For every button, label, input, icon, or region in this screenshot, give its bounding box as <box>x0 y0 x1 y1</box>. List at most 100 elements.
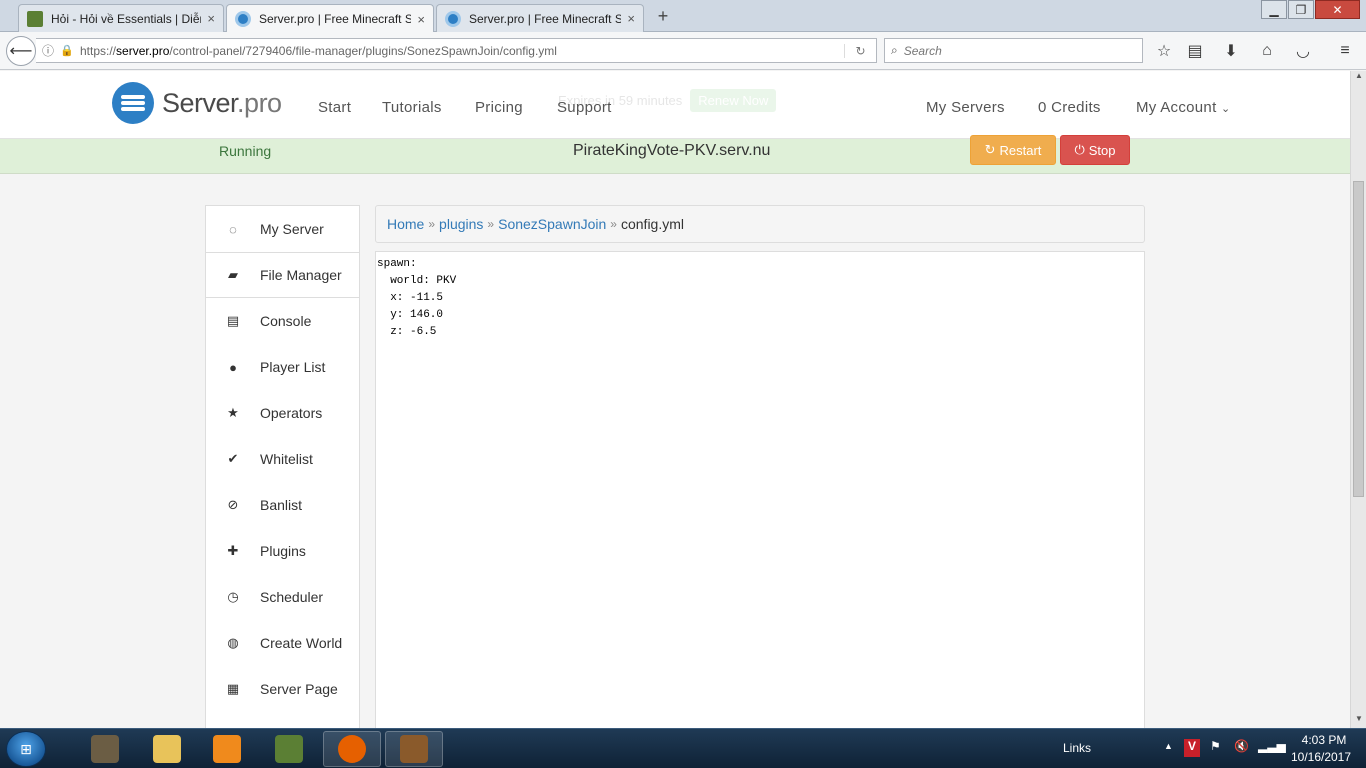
search-input[interactable]: ⌕ Search <box>884 38 1143 63</box>
tab-close-icon[interactable]: × <box>627 11 635 26</box>
browser-tab-forum[interactable]: Hỏi - Hỏi về Essentials | Diễn × <box>18 4 224 32</box>
windows-taskbar: ⊞ Links ▲ V ⚑ 🔇 ▂▃▅ 4:03 PM 10/16/2017 <box>0 728 1366 768</box>
list-icon: ▤ <box>226 313 240 328</box>
scrollbar-thumb[interactable] <box>1353 181 1364 497</box>
sidebar-item-operators[interactable]: ★ Operators <box>206 390 359 436</box>
serverpro-logo[interactable]: Server.pro <box>112 82 282 124</box>
pocket-icon[interactable]: ◡ <box>1292 40 1314 62</box>
volume-muted-icon[interactable]: 🔇 <box>1234 739 1249 753</box>
downloads-icon[interactable]: ⬇ <box>1220 40 1242 62</box>
taskbar-crafting-table[interactable] <box>385 731 443 767</box>
sidebar-item-whitelist[interactable]: ✔ Whitelist <box>206 436 359 482</box>
sidebar-item-label: File Manager <box>260 267 342 283</box>
minecraft-favicon-icon <box>27 10 43 27</box>
search-placeholder: Search <box>903 43 942 58</box>
sidebar-item-label: Scheduler <box>260 589 324 605</box>
scroll-up-arrow-icon[interactable]: ▲ <box>1351 71 1366 85</box>
action-center-flag-icon[interactable]: ⚑ <box>1210 739 1221 753</box>
server-status-bar: Running PirateKingVote-PKV.serv.nu ↻ Res… <box>0 135 1350 174</box>
clock-icon: ◷ <box>227 589 239 604</box>
vivaldi-tray-icon[interactable]: V <box>1184 739 1200 757</box>
breadcrumb-current-file: config.yml <box>620 216 685 232</box>
tab-title: Server.pro | Free Minecraft Se <box>469 11 622 26</box>
nav-credits[interactable]: 0 Credits <box>1038 99 1101 116</box>
sidebar-item-my-server[interactable]: ◌ My Server <box>206 206 359 252</box>
editor-line: z: -6.5 <box>377 326 437 338</box>
crafting-table-icon <box>400 735 428 763</box>
tab-close-icon[interactable]: × <box>207 11 215 26</box>
chevron-down-icon: ⌄ <box>1221 103 1231 115</box>
bookmark-star-icon[interactable]: ☆ <box>1153 40 1175 62</box>
minimize-window-button[interactable]: ▁ <box>1261 0 1287 19</box>
home-icon[interactable]: ⌂ <box>1256 40 1278 62</box>
plus-icon: ✚ <box>227 543 239 558</box>
control-panel-sidebar: ◌ My Server ▰ File Manager ▤ Console ● P… <box>205 205 360 728</box>
scroll-down-arrow-icon[interactable]: ▼ <box>1351 714 1366 728</box>
clock-date[interactable]: 10/16/2017 <box>1286 750 1356 764</box>
config-file-editor[interactable]: spawn: world: PKV x: -11.5 y: 146.0 z: -… <box>375 251 1145 728</box>
restart-button[interactable]: ↻ Restart <box>970 135 1056 165</box>
sidebar-item-file-manager[interactable]: ▰ File Manager <box>206 252 359 298</box>
close-window-button[interactable]: ✕ <box>1315 0 1360 19</box>
tab-close-icon[interactable]: × <box>417 12 425 27</box>
serverpro-favicon-icon <box>235 11 251 27</box>
editor-line: world: PKV <box>377 275 457 287</box>
file-breadcrumb: Home » plugins » SonezSpawnJoin » config… <box>375 205 1145 243</box>
back-arrow-icon[interactable]: ⟵ <box>6 36 36 66</box>
sidebar-item-label: My Server <box>260 221 324 237</box>
tray-expand-icon[interactable]: ▲ <box>1164 741 1173 751</box>
breadcrumb-home[interactable]: Home <box>387 216 424 232</box>
taskbar-gimp[interactable] <box>76 731 134 767</box>
network-signal-icon[interactable]: ▂▃▅ <box>1258 739 1286 753</box>
page-viewport: Server.pro Start Tutorials Pricing Suppo… <box>0 71 1350 728</box>
address-bar[interactable]: ⓘ 🔒 https://server.pro/control-panel/727… <box>36 38 877 63</box>
nav-tutorials[interactable]: Tutorials <box>382 99 442 116</box>
page-scrollbar[interactable]: ▲ ▼ <box>1350 71 1366 728</box>
url-text[interactable]: https://server.pro/control-panel/7279406… <box>80 44 844 58</box>
taskbar-media-player[interactable] <box>198 731 256 767</box>
sidebar-item-banlist[interactable]: ⊘ Banlist <box>206 482 359 528</box>
power-icon: ⏻ <box>1074 142 1085 157</box>
sidebar-item-plugins[interactable]: ✚ Plugins <box>206 528 359 574</box>
server-hostname: PirateKingVote-PKV.serv.nu <box>573 142 771 159</box>
firefox-icon <box>338 735 366 763</box>
nav-my-servers[interactable]: My Servers <box>926 99 1005 116</box>
sidebar-item-label: Operators <box>260 405 323 421</box>
sidebar-item-scheduler[interactable]: ◷ Scheduler <box>206 574 359 620</box>
breadcrumb-plugins[interactable]: plugins <box>439 216 483 232</box>
menu-hamburger-icon[interactable]: ≡ <box>1334 40 1356 62</box>
tab-title: Server.pro | Free Minecraft Se <box>259 12 412 26</box>
taskbar-links-toolbar[interactable]: Links <box>1063 741 1091 755</box>
sidebar-item-player-list[interactable]: ● Player List <box>206 344 359 390</box>
taskbar-explorer[interactable] <box>138 731 196 767</box>
new-tab-button[interactable]: + <box>652 6 674 27</box>
taskbar-minecraft[interactable] <box>260 731 318 767</box>
sidebar-item-label: Console <box>260 313 312 329</box>
editor-line: spawn: <box>377 258 417 270</box>
sidebar-item-console[interactable]: ▤ Console <box>206 298 359 344</box>
maximize-window-button[interactable]: ❐ <box>1288 0 1314 19</box>
sidebar-item-label: Server Page <box>260 681 338 697</box>
taskbar-firefox[interactable] <box>323 731 381 767</box>
tab-title: Hỏi - Hỏi về Essentials | Diễn <box>51 11 202 26</box>
media-player-icon <box>213 735 241 763</box>
nav-pricing[interactable]: Pricing <box>475 99 523 116</box>
lock-icon[interactable]: 🔒 <box>60 44 74 57</box>
windows-start-icon[interactable]: ⊞ <box>6 731 46 767</box>
nav-my-account[interactable]: My Account ⌄ <box>1136 99 1231 116</box>
browser-tab-serverpro-active[interactable]: Server.pro | Free Minecraft Se × <box>226 4 434 33</box>
stop-button[interactable]: ⏻ Stop <box>1060 135 1130 165</box>
browser-tab-serverpro[interactable]: Server.pro | Free Minecraft Se × <box>436 4 644 32</box>
reload-icon[interactable]: ↻ <box>844 43 876 58</box>
sidebar-item-label: Whitelist <box>260 451 313 467</box>
clock-time[interactable]: 4:03 PM <box>1294 733 1354 747</box>
reading-list-icon[interactable]: ▤ <box>1184 40 1206 62</box>
sidebar-item-server-page[interactable]: ▦ Server Page <box>206 666 359 712</box>
check-icon: ✔ <box>227 451 239 466</box>
refresh-icon: ↻ <box>984 142 996 157</box>
info-icon[interactable]: ⓘ <box>42 42 60 59</box>
breadcrumb-folder[interactable]: SonezSpawnJoin <box>498 216 606 232</box>
nav-start[interactable]: Start <box>318 99 351 116</box>
sidebar-item-create-world[interactable]: ◍ Create World <box>206 620 359 666</box>
globe-icon: ◍ <box>227 635 239 650</box>
